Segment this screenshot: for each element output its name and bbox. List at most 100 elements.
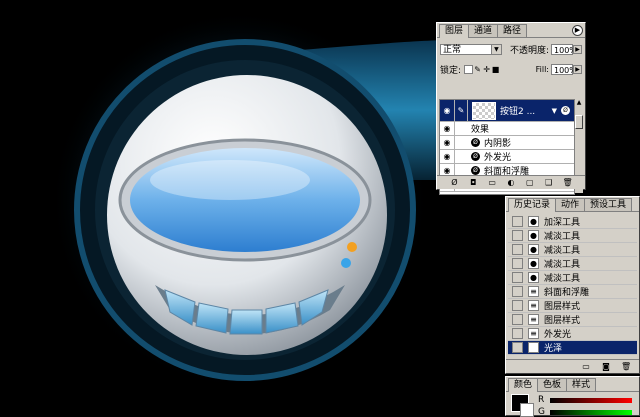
history-item-label: 图层样式 [544,302,581,312]
chevron-down-icon: ▼ [490,45,501,54]
scroll-up-icon[interactable]: ▲ [575,99,583,107]
tab-color[interactable]: 颜色 [508,378,539,392]
opacity-input[interactable]: 100% [551,44,577,55]
scroll-thumb[interactable] [575,115,583,129]
fx-icon: Ø [561,106,570,115]
color-panel: 颜色 色板 样式 R G [505,376,640,417]
history-item[interactable]: ● 减淡工具 [508,229,637,243]
effects-label: 效果 [471,125,490,135]
effect-icon: Ø [471,152,480,161]
effect-row[interactable]: ◉ Ø 内阴影 [440,136,574,150]
color-tabs: 颜色 色板 样式 [506,377,639,392]
link-icon[interactable]: ▢ [525,178,535,188]
snapshot-checkbox[interactable] [512,300,523,311]
snapshot-checkbox[interactable] [512,216,523,227]
background-color-swatch[interactable] [520,403,534,417]
tool-icon: ● [528,272,539,283]
history-item-label: 减淡工具 [544,274,581,284]
snapshot-checkbox[interactable] [512,230,523,241]
eye-icon[interactable]: ◉ [440,136,455,149]
tool-icon: ● [528,258,539,269]
effect-row[interactable]: ◉ Ø 外发光 [440,150,574,164]
snapshot-checkbox[interactable] [512,272,523,283]
blue-light [341,258,351,268]
blend-mode-value: 正常 [443,45,462,55]
tab-swatches[interactable]: 色板 [537,378,568,391]
history-item-label: 图层样式 [544,316,581,326]
opacity-label: 不透明度: [509,46,550,56]
document-icon: ≡ [528,300,539,311]
effect-icon: Ø [471,166,480,175]
history-item[interactable]: ≡ 图层样式 [508,299,637,313]
history-item[interactable]: ≡ 图层样式 [508,313,637,327]
history-item-selected[interactable]: ≡ 光泽 [508,341,637,355]
red-slider[interactable] [550,398,632,403]
panel-menu-icon[interactable]: ▶ [572,25,583,36]
history-item-label: 加深工具 [544,218,581,228]
snapshot-checkbox[interactable] [512,286,523,297]
expand-arrow-icon[interactable]: ▼ [552,107,557,115]
history-item[interactable]: ● 加深工具 [508,215,637,229]
effects-row[interactable]: ◉ 效果 [440,122,574,136]
snapshot-checkbox[interactable] [512,258,523,269]
red-channel-label: R [538,395,545,405]
tab-history[interactable]: 历史记录 [508,198,557,212]
history-panel: 历史记录 动作 预设工具 ● 加深工具 ● 减淡工具 ● 减淡工具 ● 减淡工具 ● 减淡… [505,196,640,374]
history-bottom-bar: ▭ ◙ 🗑 [506,359,639,373]
tab-tool-presets[interactable]: 预设工具 [584,198,633,211]
tab-paths[interactable]: 路径 [497,24,528,37]
tool-icon: ● [528,216,539,227]
tab-channels[interactable]: 通道 [468,24,499,37]
trash-icon[interactable]: 🗑 [562,178,572,188]
document-icon: ≡ [528,342,539,353]
tab-layers[interactable]: 图层 [439,24,470,38]
eye-icon[interactable]: ◉ [440,100,455,121]
adjustment-icon[interactable]: ◐ [506,178,516,188]
history-item[interactable]: ● 减淡工具 [508,257,637,271]
tab-actions[interactable]: 动作 [555,198,586,211]
tab-styles[interactable]: 样式 [566,378,597,391]
camera-icon[interactable]: ◙ [601,362,611,372]
layer-row-selected[interactable]: ◉ ✎ 按钮2 ... ▼ Ø [440,100,574,122]
effect-name: 内阴影 [484,139,512,149]
effect-icon: Ø [471,138,480,147]
blend-mode-select[interactable]: 正常 ▼ [440,44,502,55]
document-icon: ≡ [528,314,539,325]
history-tabs: 历史记录 动作 预设工具 [506,197,639,212]
eye-icon[interactable]: ◉ [440,150,455,163]
history-item-label: 光泽 [544,344,563,354]
green-slider[interactable] [550,410,632,415]
tool-icon: ● [528,230,539,241]
lock-move-icon[interactable]: ✛ [482,65,491,74]
snapshot-checkbox[interactable] [512,244,523,255]
history-item[interactable]: ≡ 斜面和浮雕 [508,285,637,299]
history-list: ● 加深工具 ● 减淡工具 ● 减淡工具 ● 减淡工具 ● 减淡工具 ≡ 斜面和浮雕 ≡ 图层… [508,215,637,359]
snapshot-checkbox[interactable] [512,328,523,339]
layer-style-icon[interactable]: Ø [449,178,459,188]
blend-row: 正常 ▼ 不透明度: 100% ▶ [437,43,585,56]
history-item-label: 斜面和浮雕 [544,288,590,298]
folder-icon[interactable]: ▭ [487,178,497,188]
opacity-arrow-icon[interactable]: ▶ [573,45,583,54]
lock-all-icon[interactable]: ■ [491,65,500,74]
history-item[interactable]: ● 减淡工具 [508,243,637,257]
fill-arrow-icon[interactable]: ▶ [573,65,582,74]
history-item[interactable]: ≡ 外发光 [508,327,637,341]
mask-icon[interactable]: ◘ [468,178,478,188]
snapshot-checkbox[interactable] [512,342,523,353]
history-item-label: 减淡工具 [544,232,581,242]
layers-panel: 图层 通道 路径 ▶ 正常 ▼ 不透明度: 100% ▶ 锁定: ✎ ✛ ■ F… [436,22,586,195]
effect-name: 外发光 [484,153,512,163]
fill-input[interactable]: 100% [551,64,577,75]
lock-paint-icon[interactable]: ✎ [473,65,482,74]
lock-transparency-icon[interactable] [464,65,474,74]
new-layer-icon[interactable]: ❑ [544,178,554,188]
trash-icon[interactable]: 🗑 [621,362,631,372]
eye-icon[interactable]: ◉ [440,122,455,135]
history-item[interactable]: ● 减淡工具 [508,271,637,285]
orange-light [347,242,357,252]
snapshot-checkbox[interactable] [512,314,523,325]
history-item-label: 外发光 [544,330,572,340]
history-item-label: 减淡工具 [544,260,581,270]
new-document-icon[interactable]: ▭ [581,362,591,372]
